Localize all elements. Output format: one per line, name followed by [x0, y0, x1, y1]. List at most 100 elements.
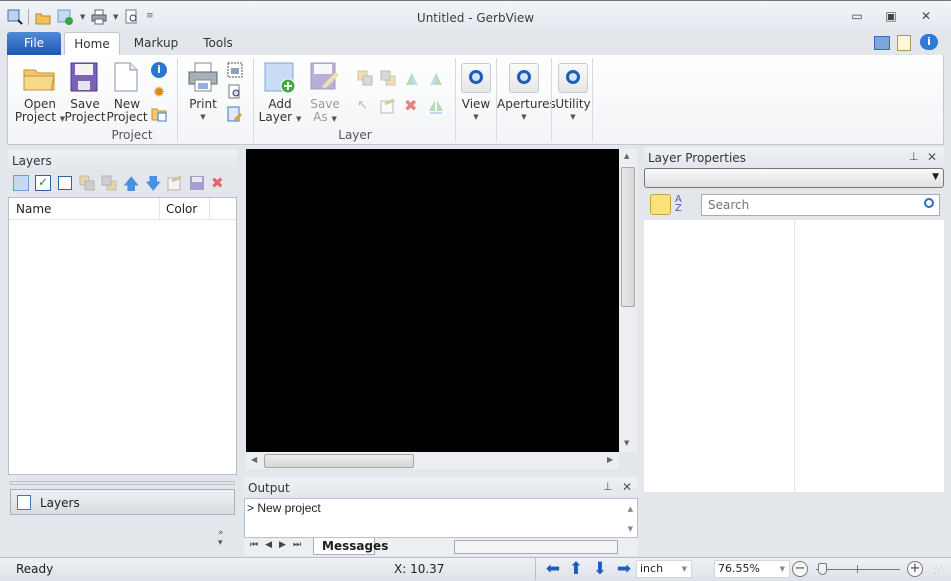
view-button[interactable]	[461, 63, 491, 93]
column-header-name[interactable]: Name	[9, 198, 160, 219]
print-button[interactable]	[188, 62, 218, 92]
zoom-out-button[interactable]: −	[792, 561, 808, 577]
output-panel-title: Output	[244, 477, 638, 499]
tab-home[interactable]: Home	[64, 32, 120, 55]
cursor-coordinate: X: 10.37	[394, 562, 445, 576]
bring-forward-icon[interactable]	[357, 70, 373, 86]
uncheck-all-icon[interactable]	[58, 176, 72, 190]
zoom-select[interactable]: 76.55% ▼	[714, 560, 790, 578]
arrow-down-icon[interactable]: 🡇	[145, 173, 161, 193]
group-label-layer: Layer	[338, 128, 372, 142]
save-project-label[interactable]: Save Project	[64, 98, 106, 124]
apertures-button[interactable]	[509, 63, 539, 93]
horizontal-scrollbar[interactable]: ◀ ▶	[246, 452, 619, 469]
open-project-button[interactable]	[22, 62, 56, 92]
pin-icon[interactable]: ⊥	[603, 480, 613, 493]
overflow-chevron-icon[interactable]: » ▾	[218, 528, 224, 548]
add-layer-label[interactable]: Add Layer ▼	[258, 98, 302, 126]
print-settings-icon[interactable]	[227, 106, 243, 122]
apertures-label[interactable]: Apertures ▼	[497, 98, 556, 124]
new-project-label[interactable]: New Project	[106, 98, 148, 124]
tab-tools[interactable]: Tools	[190, 32, 246, 55]
open-project-label[interactable]: Open Project ▼	[14, 98, 66, 126]
minimize-button[interactable]: ▭	[847, 8, 867, 24]
unit-select[interactable]: inch ▼	[636, 560, 692, 578]
magnifier-icon	[469, 70, 483, 84]
add-layer-icon[interactable]	[13, 175, 29, 191]
gerber-canvas[interactable]	[246, 149, 619, 452]
delete-layer-icon[interactable]: ✖	[211, 174, 227, 192]
page-setup-icon[interactable]	[227, 62, 243, 78]
save-as-icon	[310, 62, 340, 92]
utility-label[interactable]: Utility ▼	[553, 98, 593, 124]
save-as-button[interactable]	[310, 62, 340, 92]
vertical-scrollbar[interactable]: ▲ ▼	[619, 149, 637, 452]
help-file-icon[interactable]	[897, 35, 911, 51]
pan-up-icon[interactable]: ⬆	[567, 561, 585, 578]
save-as-label[interactable]: Save As ▼	[306, 98, 344, 126]
search-input[interactable]	[702, 196, 902, 214]
pin-icon[interactable]: ⊥	[909, 150, 919, 163]
close-panel-icon[interactable]: ✕	[927, 150, 937, 164]
tab-file[interactable]: File	[7, 32, 61, 55]
mirror-icon[interactable]	[428, 98, 444, 114]
group-label-project: Project	[111, 128, 153, 142]
save-project-button[interactable]	[70, 62, 98, 92]
tab-messages[interactable]: Messages	[313, 538, 388, 555]
save-layer-icon[interactable]	[189, 175, 205, 191]
horizontal-scroll-thumb[interactable]	[264, 454, 414, 468]
options-icon[interactable]	[874, 36, 890, 50]
output-hscroll[interactable]	[454, 540, 618, 554]
folder-icon	[22, 62, 56, 92]
tab-markup[interactable]: Markup	[128, 32, 184, 55]
layer-properties-icon[interactable]	[380, 98, 396, 114]
pan-down-icon[interactable]: ⬇	[591, 561, 609, 578]
close-button[interactable]: ✕	[916, 8, 936, 24]
print-label[interactable]: Print ▼	[184, 98, 222, 124]
close-panel-icon[interactable]: ✕	[622, 480, 632, 494]
resize-grip-icon[interactable]: ⋰	[934, 566, 943, 576]
rotate-left-icon[interactable]	[404, 70, 420, 86]
delete-icon[interactable]: ✖	[404, 98, 420, 114]
bring-forward-icon[interactable]	[79, 175, 95, 191]
properties-panel-title: Layer Properties	[644, 147, 944, 169]
info-icon[interactable]: i	[151, 62, 167, 78]
select-cursor-icon[interactable]: ↖	[357, 98, 373, 114]
send-backward-icon[interactable]	[380, 70, 396, 86]
property-grid	[644, 220, 944, 492]
print-preview-icon[interactable]	[227, 84, 243, 100]
vertical-scroll-thumb[interactable]	[621, 167, 635, 307]
scroll-up-icon[interactable]: ▲	[628, 505, 633, 513]
new-project-button[interactable]	[114, 62, 138, 92]
splitter[interactable]	[10, 481, 235, 485]
categorized-view-button[interactable]	[650, 194, 671, 215]
add-layer-button[interactable]	[264, 62, 296, 94]
arrow-up-icon[interactable]: 🡅	[123, 173, 139, 193]
output-log: > New project ▲ ▼	[244, 498, 638, 538]
status-text: Ready	[16, 562, 54, 576]
maximize-button[interactable]: ▣	[881, 8, 901, 24]
tab-nav-buttons[interactable]: ⏮◀▶⏭	[250, 540, 308, 550]
about-icon[interactable]: i	[920, 34, 938, 50]
column-header-color[interactable]: Color	[160, 198, 210, 219]
scroll-down-icon[interactable]: ▼	[628, 525, 633, 533]
utility-button[interactable]	[558, 63, 588, 93]
sort-alpha-button[interactable]: AZ	[675, 195, 682, 214]
rotate-right-icon[interactable]	[428, 70, 444, 86]
check-all-icon[interactable]: ✓	[35, 175, 51, 191]
zoom-in-button[interactable]: +	[907, 561, 923, 577]
magnifier-icon	[517, 70, 531, 84]
zoom-slider-track[interactable]	[816, 569, 900, 570]
layer-properties-icon[interactable]	[167, 175, 183, 191]
layer-select-dropdown[interactable]: ▼	[644, 168, 944, 188]
pan-left-icon[interactable]: ⬅	[544, 561, 562, 578]
view-label[interactable]: View ▼	[456, 98, 496, 124]
zoom-slider-thumb[interactable]	[818, 563, 827, 575]
property-search-input[interactable]	[701, 194, 940, 216]
project-folder-icon[interactable]	[151, 106, 167, 122]
settings-gear-icon[interactable]: ✹	[151, 84, 167, 100]
layers-toolbar: ✓ 🡅 🡇 ✖	[8, 172, 237, 196]
pan-right-icon[interactable]: ➡	[615, 561, 633, 578]
send-backward-icon[interactable]	[101, 175, 117, 191]
layers-nav-button[interactable]: Layers	[10, 489, 235, 515]
